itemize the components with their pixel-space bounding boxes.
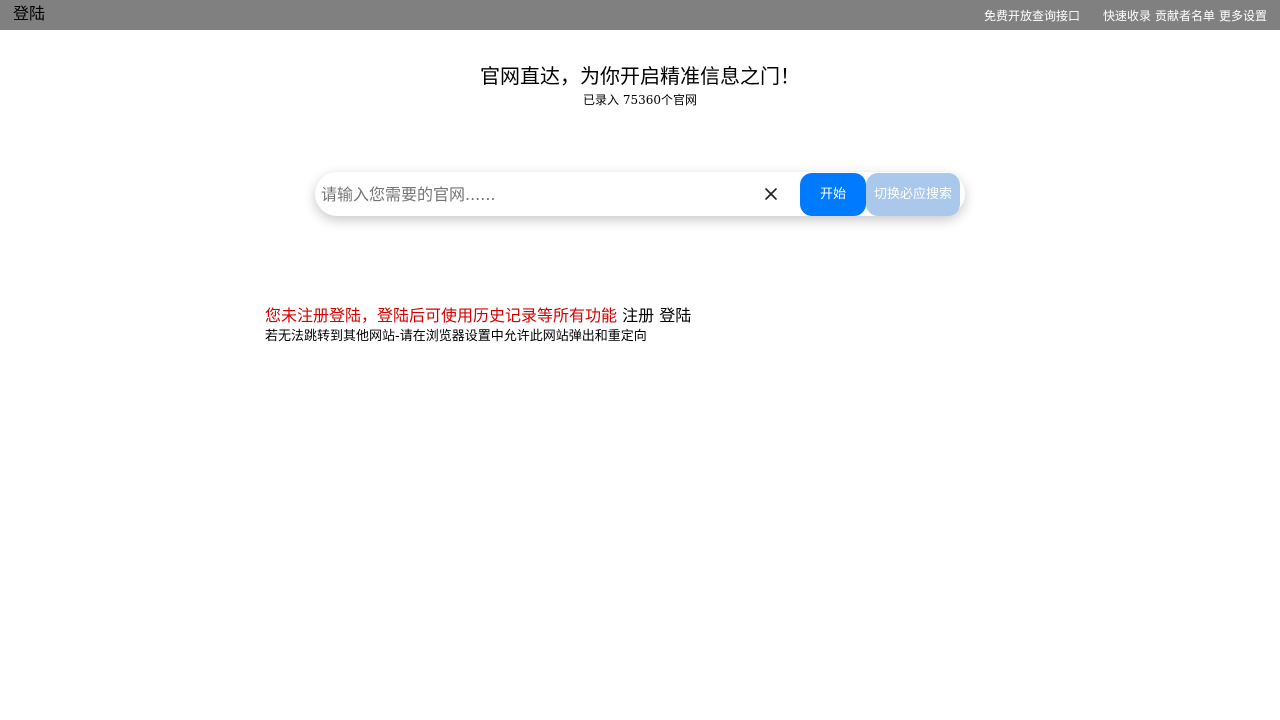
top-bar: 登陆 免费开放查询接口 快速收录 贡献者名单 更多设置 <box>0 0 1280 30</box>
quick-add-link[interactable]: 快速收录 <box>1103 9 1151 23</box>
switch-bing-button[interactable]: 切换必应搜索 <box>866 173 960 216</box>
page-title: 官网直达，为你开启精准信息之门！ <box>480 64 800 88</box>
start-button[interactable]: 开始 <box>800 173 866 216</box>
notice-login-link[interactable]: 登陆 <box>659 306 691 325</box>
close-icon <box>765 188 777 200</box>
search-input[interactable] <box>321 178 741 210</box>
search-box: 开始 切换必应搜索 <box>315 172 965 216</box>
free-api-link[interactable]: 免费开放查询接口 <box>984 9 1080 23</box>
register-link[interactable]: 注册 <box>622 306 654 325</box>
site-count: 已录入 75360个官网 <box>583 93 697 107</box>
top-nav: 免费开放查询接口 快速收录 贡献者名单 更多设置 <box>984 8 1267 24</box>
login-link[interactable]: 登陆 <box>13 4 45 24</box>
contributors-link[interactable]: 贡献者名单 <box>1155 9 1215 23</box>
notice-warning: 您未注册登陆，登陆后可使用历史记录等所有功能 <box>265 306 618 325</box>
more-settings-link[interactable]: 更多设置 <box>1219 9 1267 23</box>
redirect-hint: 若无法跳转到其他网站-请在浏览器设置中允许此网站弹出和重定向 <box>265 329 647 344</box>
login-notice: 您未注册登陆，登陆后可使用历史记录等所有功能 注册 登陆 <box>265 305 691 327</box>
clear-button[interactable] <box>761 184 781 204</box>
